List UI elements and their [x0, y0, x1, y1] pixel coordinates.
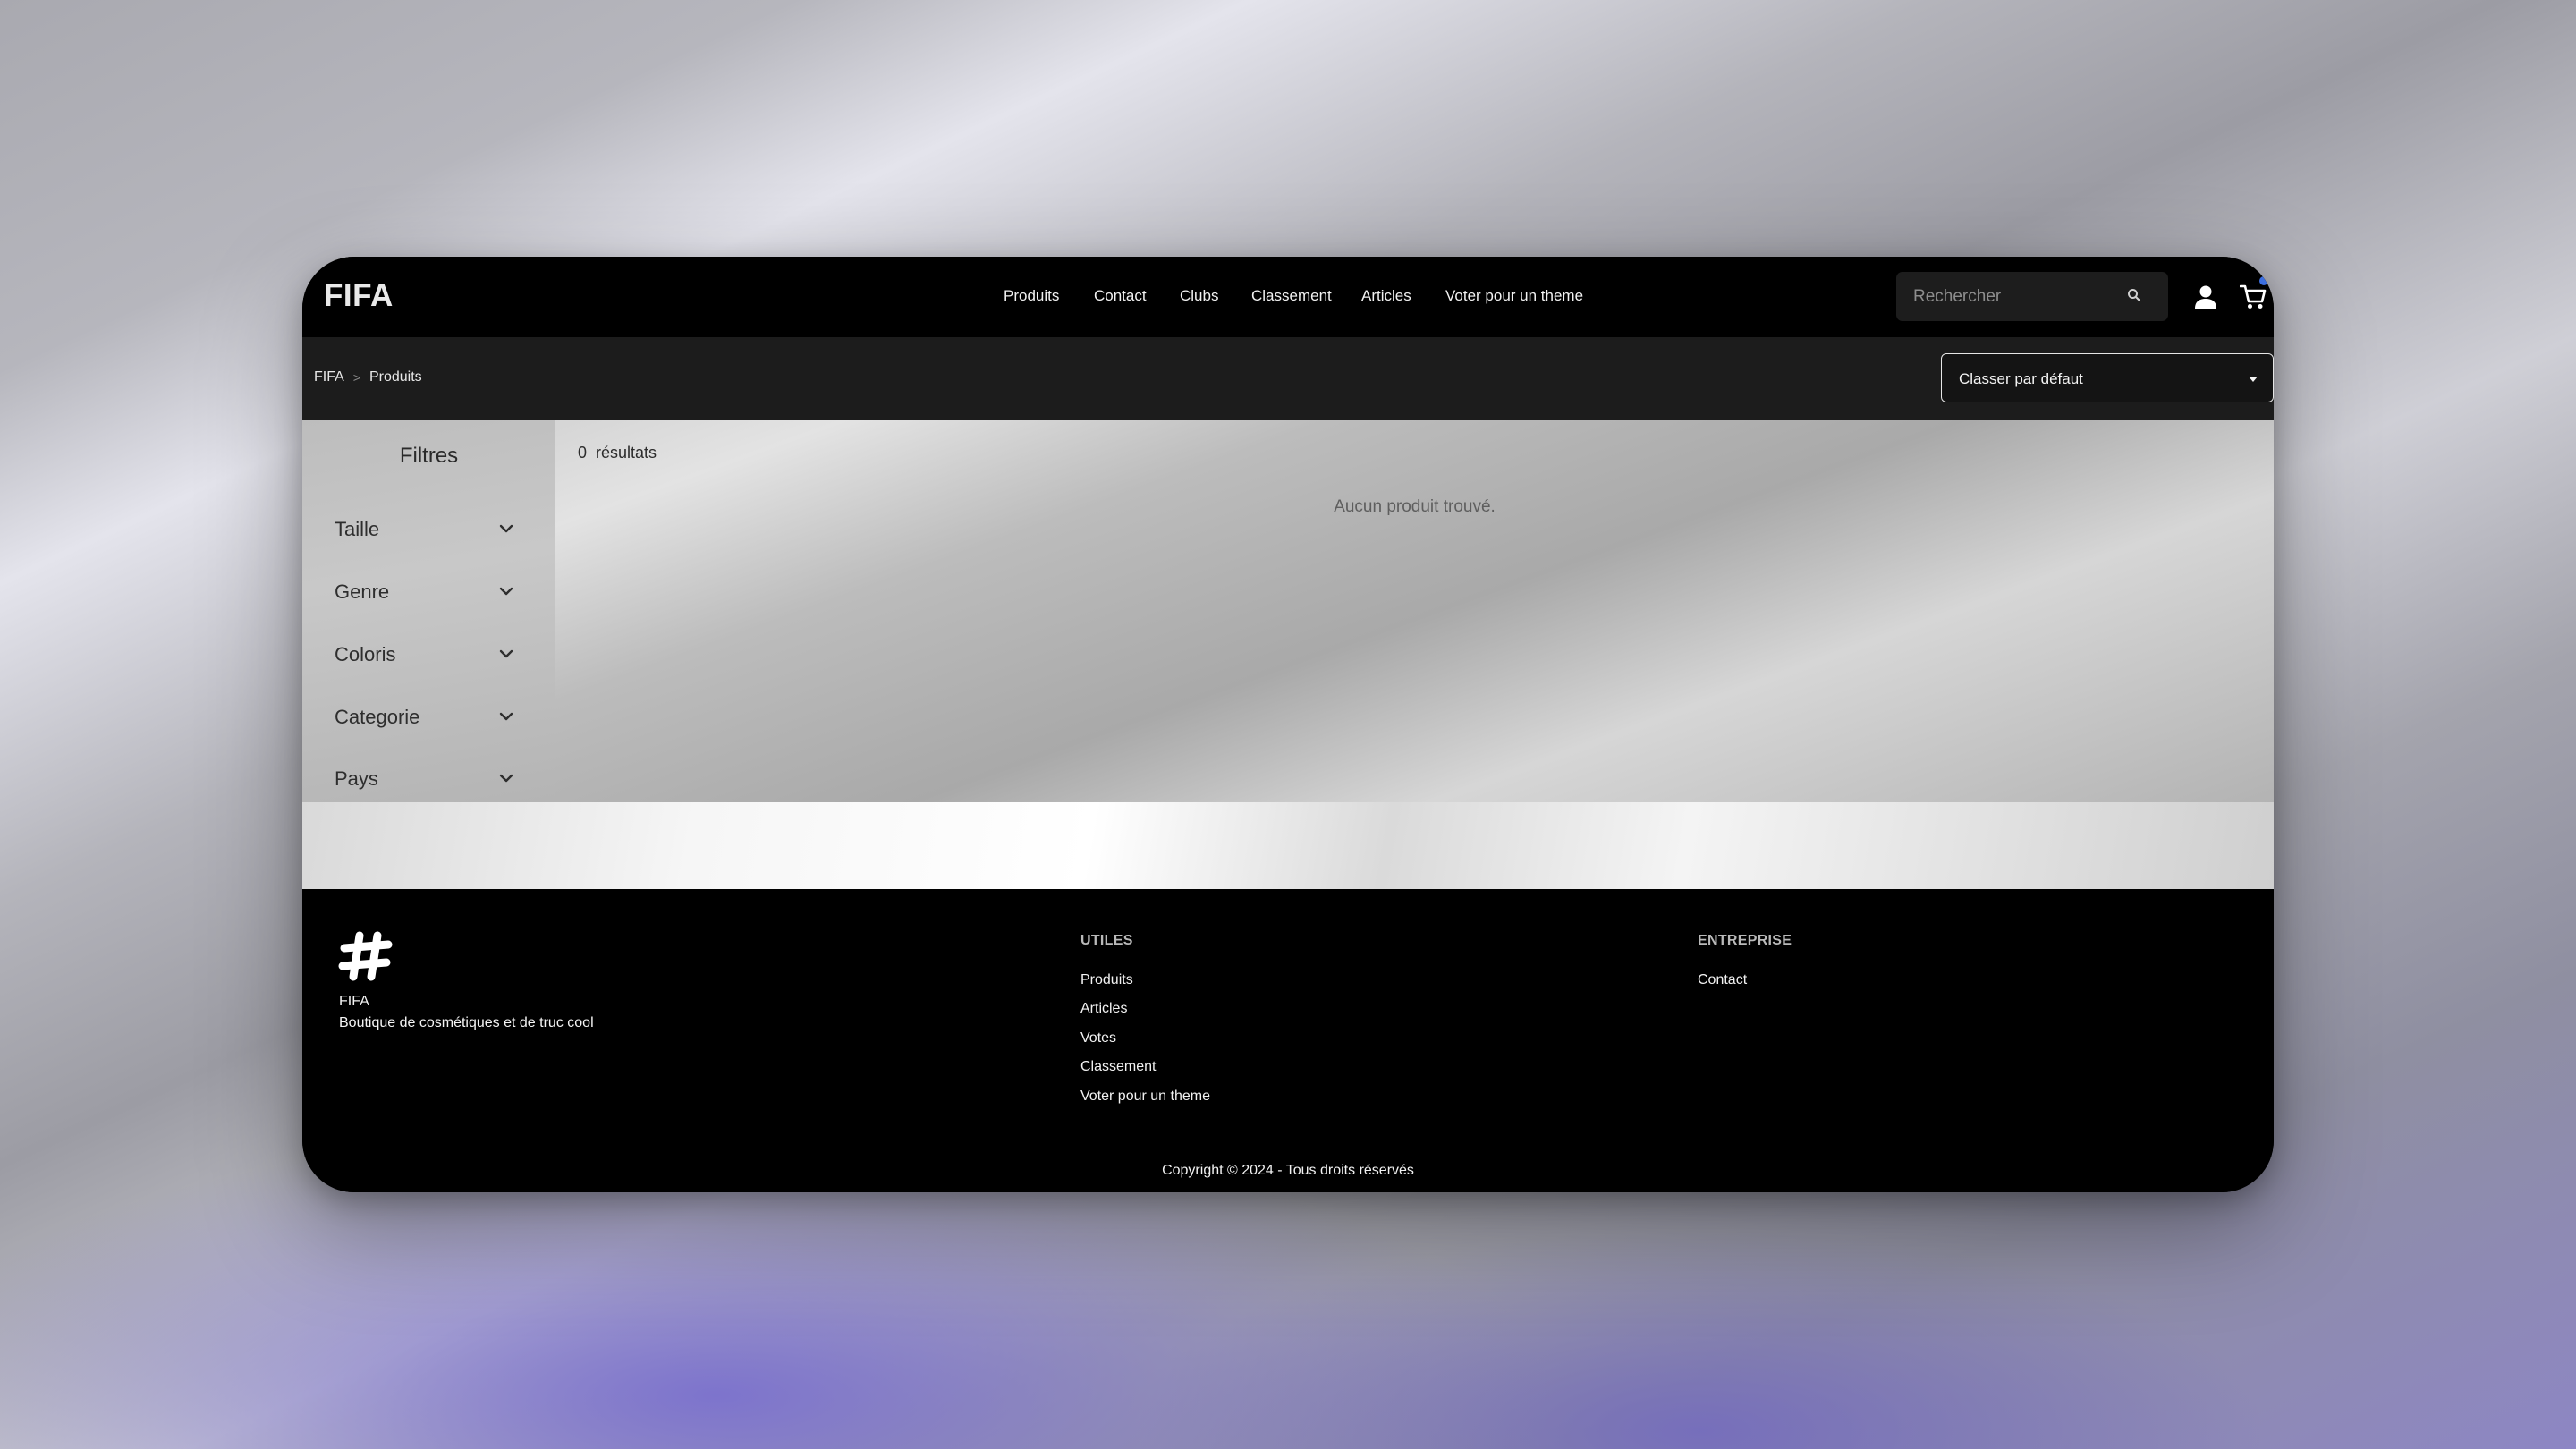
- nav-link-articles[interactable]: Articles: [1361, 287, 1411, 305]
- chevron-down-icon: [499, 774, 513, 783]
- cart-icon[interactable]: [2240, 284, 2267, 310]
- breadcrumb-home[interactable]: FIFA: [314, 369, 344, 386]
- results-count: 0 résultats: [578, 444, 657, 462]
- results-count-label: résultats: [596, 444, 657, 462]
- section-spacer: [302, 802, 2274, 889]
- search-input[interactable]: Rechercher: [1913, 287, 2001, 307]
- filter-pays[interactable]: Pays: [335, 760, 513, 796]
- footer-tagline: Boutique de cosmétiques et de truc cool: [339, 1015, 594, 1030]
- nav-link-voter[interactable]: Voter pour un theme: [1445, 287, 1583, 305]
- breadcrumb-separator-icon: >: [352, 370, 360, 385]
- caret-down-icon: [2249, 377, 2258, 382]
- main-content: Filtres Taille Genre Coloris Categorie P…: [302, 420, 2274, 802]
- filter-label: Taille: [335, 518, 380, 540]
- filters-title: Filtres: [399, 444, 459, 468]
- user-icon[interactable]: [2194, 284, 2217, 309]
- footer-brand-name: FIFA: [339, 994, 369, 1009]
- nav-link-clubs[interactable]: Clubs: [1180, 287, 1218, 305]
- chevron-down-icon: [499, 712, 513, 721]
- footer-link-articles[interactable]: Articles: [1080, 1001, 1127, 1017]
- filters-sidebar: Filtres Taille Genre Coloris Categorie P…: [302, 420, 555, 802]
- filter-categorie[interactable]: Categorie: [335, 699, 513, 734]
- empty-results-message: Aucun produit trouvé.: [1334, 497, 1496, 516]
- filter-label: Pays: [335, 767, 378, 790]
- top-navbar: FIFA Produits Contact Clubs Classement A…: [302, 257, 2274, 337]
- breadcrumb-current: Produits: [369, 369, 422, 385]
- footer-copyright: Copyright © 2024 - Tous droits réservés: [1162, 1163, 1414, 1178]
- results-count-number: 0: [578, 444, 588, 462]
- filter-label: Categorie: [335, 706, 420, 728]
- sort-select[interactable]: Classer par défaut: [1941, 353, 2274, 402]
- filter-label: Genre: [335, 580, 390, 603]
- footer-useful-heading: UTILES: [1080, 933, 1133, 948]
- footer-company-heading: ENTREPRISE: [1698, 933, 1792, 948]
- chevron-down-icon: [499, 524, 513, 533]
- site-footer: FIFA Boutique de cosmétiques et de truc …: [302, 889, 2274, 1192]
- chevron-down-icon: [499, 649, 513, 658]
- search-icon[interactable]: [2127, 288, 2141, 302]
- filter-genre[interactable]: Genre: [335, 573, 513, 609]
- cart-badge: [2259, 276, 2268, 285]
- sort-selected-value: Classer par défaut: [1959, 370, 2083, 387]
- footer-link-contact[interactable]: Contact: [1698, 972, 1747, 988]
- footer-link-votes[interactable]: Votes: [1080, 1030, 1116, 1046]
- filter-label: Coloris: [335, 643, 396, 665]
- search-box[interactable]: Rechercher: [1896, 272, 2168, 321]
- browser-window: FIFA Produits Contact Clubs Classement A…: [302, 257, 2274, 1192]
- breadcrumb-bar: FIFA > Produits Classer par défaut: [302, 337, 2274, 420]
- hashtag-logo-icon: [338, 931, 393, 981]
- filter-coloris[interactable]: Coloris: [335, 636, 513, 672]
- nav-link-produits[interactable]: Produits: [1004, 287, 1059, 305]
- footer-link-classement[interactable]: Classement: [1080, 1059, 1156, 1075]
- nav-link-classement[interactable]: Classement: [1251, 287, 1332, 305]
- breadcrumb: FIFA > Produits: [314, 369, 422, 386]
- footer-link-produits[interactable]: Produits: [1080, 972, 1133, 988]
- nav-link-contact[interactable]: Contact: [1094, 287, 1147, 305]
- chevron-down-icon: [499, 587, 513, 596]
- footer-link-voter[interactable]: Voter pour un theme: [1080, 1089, 1210, 1105]
